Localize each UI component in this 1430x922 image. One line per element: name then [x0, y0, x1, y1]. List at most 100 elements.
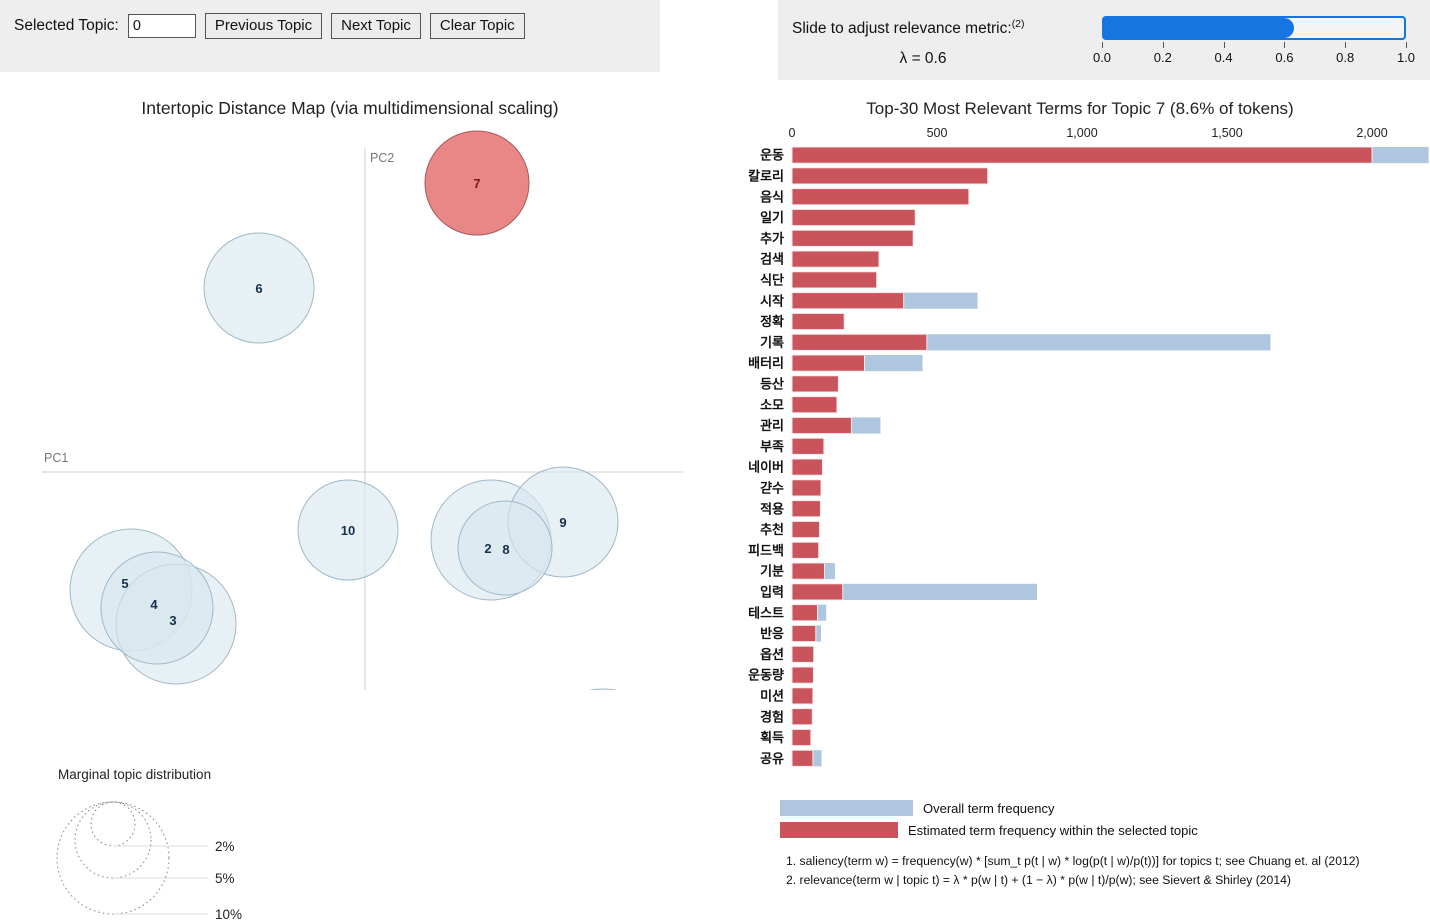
- footnote-relevance: 2. relevance(term w | topic t) = λ * p(w…: [786, 872, 1291, 887]
- term-bar-row[interactable]: [791, 396, 838, 414]
- term-bar-row[interactable]: [791, 416, 881, 435]
- term-bar-row[interactable]: [791, 167, 989, 185]
- term-label[interactable]: 테스트: [748, 605, 784, 620]
- term-bar-row[interactable]: [791, 708, 813, 726]
- topic-frequency-bar: [791, 396, 838, 414]
- term-label[interactable]: 반응: [760, 626, 784, 641]
- term-label[interactable]: 식단: [760, 273, 784, 288]
- next-topic-button[interactable]: Next Topic: [331, 13, 421, 39]
- slider-tick-label: 0.4: [1214, 50, 1233, 65]
- term-label[interactable]: 정확: [760, 314, 784, 329]
- topic-frequency-bar: [791, 666, 814, 684]
- topic-frequency-bar: [791, 624, 817, 643]
- term-label[interactable]: 미션: [760, 689, 784, 704]
- topic-label-7: 7: [473, 176, 480, 191]
- slider-tick-label: 0.0: [1092, 50, 1112, 65]
- term-bar-row[interactable]: [791, 229, 914, 247]
- x-axis-tick-label: 1,000: [1066, 126, 1097, 140]
- term-label[interactable]: 적용: [760, 501, 784, 516]
- topic-frequency-bar: [791, 645, 815, 663]
- term-label[interactable]: 경험: [760, 709, 784, 724]
- term-bar-row[interactable]: [791, 541, 820, 559]
- term-label[interactable]: 추천: [760, 522, 784, 537]
- term-bar-row[interactable]: [791, 666, 814, 684]
- term-label[interactable]: 운동량: [748, 668, 784, 683]
- term-bar-row[interactable]: [791, 749, 822, 767]
- legend-label-topic: Estimated term frequency within the sele…: [908, 822, 1198, 838]
- term-bar-row[interactable]: [791, 312, 845, 331]
- term-bar-row[interactable]: [791, 208, 916, 227]
- topic-frequency-bar: [791, 437, 825, 455]
- slider-tick-axis: 0.0 0.2 0.4 0.6 0.8 1.0: [1093, 42, 1415, 72]
- term-bar-row[interactable]: [791, 500, 821, 518]
- term-bar-row[interactable]: [791, 687, 814, 705]
- previous-topic-button[interactable]: Previous Topic: [204, 13, 323, 39]
- term-label[interactable]: 공유: [760, 751, 784, 766]
- term-label[interactable]: 피드백: [748, 543, 784, 558]
- term-label[interactable]: 기분: [760, 564, 784, 579]
- footnote-saliency: 1. saliency(term w) = frequency(w) * [su…: [786, 854, 1360, 868]
- term-bar-row[interactable]: [791, 645, 815, 663]
- term-label[interactable]: 검색: [760, 252, 784, 267]
- selected-topic-input[interactable]: [127, 14, 196, 38]
- term-bar-row[interactable]: [791, 583, 1038, 601]
- marginal-ring-10: [56, 801, 170, 915]
- term-bar-row[interactable]: [791, 292, 978, 310]
- term-label[interactable]: 운동: [760, 148, 784, 163]
- term-bar-row[interactable]: [791, 604, 827, 622]
- term-label[interactable]: 네이버: [748, 460, 784, 475]
- slider-tick-mark: [1406, 42, 1407, 48]
- relevance-slider-label: Slide to adjust relevance metric:(2): [792, 18, 1025, 38]
- topic-bubble-1[interactable]: [530, 688, 676, 690]
- top-terms-barchart[interactable]: 0 500 1,000 1,500 2,000 운동칼로리음식일기추가검색식단시작정확기록…: [730, 125, 1430, 790]
- term-bar-row[interactable]: [791, 437, 825, 455]
- term-label[interactable]: 소모: [760, 397, 784, 412]
- term-bar-row[interactable]: [791, 624, 821, 643]
- term-bar-row[interactable]: [791, 188, 970, 206]
- topic-frequency-bar: [791, 604, 819, 622]
- term-label[interactable]: 칼로리: [748, 169, 784, 184]
- term-label[interactable]: 관리: [760, 418, 784, 433]
- slider-tick-label: 0.2: [1153, 50, 1172, 65]
- term-label[interactable]: 배터리: [748, 356, 784, 371]
- topic-frequency-bar: [791, 375, 839, 393]
- term-bar-row[interactable]: [791, 562, 835, 580]
- marginal-ring-2: [90, 801, 136, 847]
- term-bar-row[interactable]: [791, 375, 839, 393]
- term-label[interactable]: 등산: [760, 377, 784, 392]
- term-bar-row[interactable]: [791, 458, 823, 476]
- term-bar-row[interactable]: [791, 333, 1271, 351]
- topic-frequency-bar: [791, 749, 814, 767]
- term-label[interactable]: 음식: [760, 189, 784, 204]
- slider-tick-label: 0.8: [1336, 50, 1355, 65]
- slider-handle[interactable]: [1274, 18, 1294, 38]
- topic-frequency-bar: [791, 479, 822, 497]
- term-label[interactable]: 일기: [760, 210, 784, 225]
- term-label[interactable]: 갿수: [760, 481, 784, 496]
- term-bar-row[interactable]: [791, 146, 1429, 164]
- slider-fill: [1104, 18, 1284, 38]
- topic-frequency-bar: [791, 458, 823, 476]
- term-bar-row[interactable]: [791, 520, 821, 539]
- term-bar-row[interactable]: [791, 271, 878, 289]
- topic-label-10: 10: [341, 523, 355, 538]
- slider-tick-mark: [1284, 42, 1286, 48]
- term-label[interactable]: 획득: [760, 730, 784, 745]
- intertopic-distance-map[interactable]: PC2PC176109285431: [0, 130, 700, 690]
- term-label[interactable]: 추가: [760, 231, 784, 246]
- lambda-value: λ = 0.6: [899, 50, 947, 67]
- term-label[interactable]: 입력: [760, 585, 784, 600]
- term-bar-row[interactable]: [791, 354, 923, 372]
- term-label[interactable]: 기록: [760, 335, 784, 350]
- relevance-slider[interactable]: [1102, 16, 1406, 40]
- term-label[interactable]: 시작: [760, 293, 784, 308]
- clear-topic-button[interactable]: Clear Topic: [429, 13, 525, 39]
- topic-frequency-bar: [791, 500, 821, 518]
- marginal-topic-distribution-legend: Marginal topic distribution 2% 5% 10%: [56, 767, 242, 920]
- term-label[interactable]: 옵션: [760, 647, 784, 662]
- term-bar-row[interactable]: [791, 250, 880, 268]
- term-bar-row[interactable]: [791, 479, 822, 497]
- term-bar-row[interactable]: [791, 728, 812, 747]
- term-label[interactable]: 부족: [760, 439, 784, 454]
- marginal-level-label: 2%: [215, 839, 235, 854]
